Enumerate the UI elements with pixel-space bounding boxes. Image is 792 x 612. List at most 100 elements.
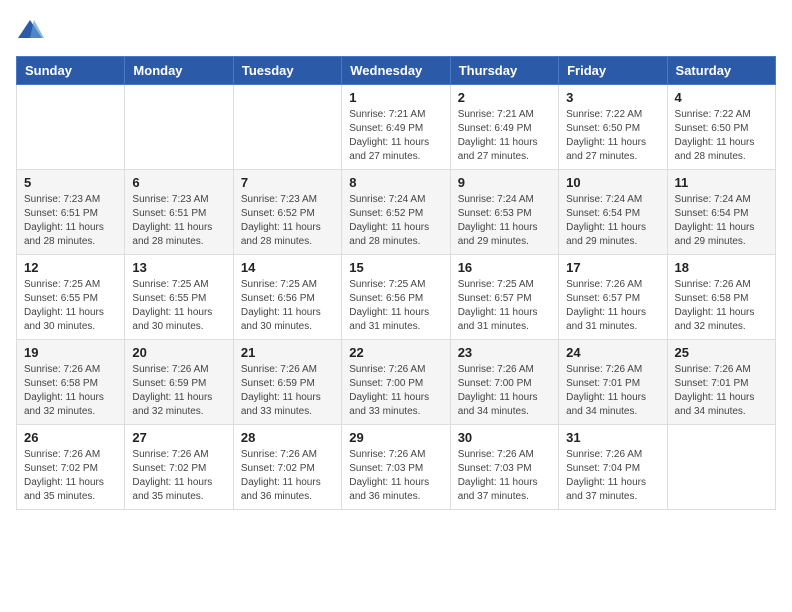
day-number: 10 <box>566 175 659 190</box>
calendar-cell: 18 Sunrise: 7:26 AM Sunset: 6:58 PM Dayli… <box>667 255 775 340</box>
calendar-cell: 13 Sunrise: 7:25 AM Sunset: 6:55 PM Dayli… <box>125 255 233 340</box>
day-number: 31 <box>566 430 659 445</box>
calendar-cell: 14Sunrise: 7:25 AM Sunset: 6:56 PM Dayli… <box>233 255 341 340</box>
day-info: Sunrise: 7:24 AM Sunset: 6:53 PM Dayligh… <box>458 193 551 249</box>
calendar-cell: 12 Sunrise: 7:25 AM Sunset: 6:55 PM Dayli… <box>17 255 125 340</box>
day-info: Sunrise: 7:26 AM Sunset: 7:00 PM Dayligh… <box>458 363 551 419</box>
calendar-cell: 22Sunrise: 7:26 AM Sunset: 7:00 PM Dayli… <box>342 340 450 425</box>
calendar-week-row: 26 Sunrise: 7:26 AM Sunset: 7:02 PM Dayli… <box>17 425 776 510</box>
calendar-cell <box>125 85 233 170</box>
logo-icon <box>16 16 44 44</box>
day-of-week-header: Saturday <box>667 57 775 85</box>
day-of-week-header: Thursday <box>450 57 558 85</box>
day-number: 5 <box>24 175 117 190</box>
day-info: Sunrise: 7:23 AM Sunset: 6:51 PM Dayligh… <box>132 193 225 249</box>
day-info: Sunrise: 7:22 AM Sunset: 6:50 PM Dayligh… <box>675 108 768 164</box>
day-number: 22 <box>349 345 442 360</box>
day-number: 17 <box>566 260 659 275</box>
day-info: Sunrise: 7:26 AM Sunset: 6:57 PM Dayligh… <box>566 278 659 334</box>
calendar-week-row: 1 Sunrise: 7:21 AM Sunset: 6:49 PM Daylig… <box>17 85 776 170</box>
calendar-cell: 26 Sunrise: 7:26 AM Sunset: 7:02 PM Dayli… <box>17 425 125 510</box>
calendar-cell <box>667 425 775 510</box>
day-number: 15 <box>349 260 442 275</box>
day-info: Sunrise: 7:25 AM Sunset: 6:56 PM Dayligh… <box>241 278 334 334</box>
day-number: 7 <box>241 175 334 190</box>
day-info: Sunrise: 7:24 AM Sunset: 6:54 PM Dayligh… <box>566 193 659 249</box>
day-number: 8 <box>349 175 442 190</box>
day-number: 4 <box>675 90 768 105</box>
day-info: Sunrise: 7:23 AM Sunset: 6:51 PM Dayligh… <box>24 193 117 249</box>
calendar-cell: 6Sunrise: 7:23 AM Sunset: 6:51 PM Daylig… <box>125 170 233 255</box>
day-info: Sunrise: 7:26 AM Sunset: 7:02 PM Dayligh… <box>24 448 117 504</box>
calendar-cell: 8 Sunrise: 7:24 AM Sunset: 6:52 PM Daylig… <box>342 170 450 255</box>
calendar-cell: 1 Sunrise: 7:21 AM Sunset: 6:49 PM Daylig… <box>342 85 450 170</box>
calendar-cell: 19Sunrise: 7:26 AM Sunset: 6:58 PM Dayli… <box>17 340 125 425</box>
day-number: 24 <box>566 345 659 360</box>
day-number: 12 <box>24 260 117 275</box>
calendar-cell: 28 Sunrise: 7:26 AM Sunset: 7:02 PM Dayli… <box>233 425 341 510</box>
day-number: 3 <box>566 90 659 105</box>
day-info: Sunrise: 7:23 AM Sunset: 6:52 PM Dayligh… <box>241 193 334 249</box>
day-info: Sunrise: 7:24 AM Sunset: 6:52 PM Dayligh… <box>349 193 442 249</box>
day-number: 13 <box>132 260 225 275</box>
day-info: Sunrise: 7:22 AM Sunset: 6:50 PM Dayligh… <box>566 108 659 164</box>
calendar-cell: 3 Sunrise: 7:22 AM Sunset: 6:50 PM Daylig… <box>559 85 667 170</box>
calendar-cell: 16 Sunrise: 7:25 AM Sunset: 6:57 PM Dayli… <box>450 255 558 340</box>
calendar-cell: 4 Sunrise: 7:22 AM Sunset: 6:50 PM Daylig… <box>667 85 775 170</box>
day-number: 21 <box>241 345 334 360</box>
calendar-cell: 23 Sunrise: 7:26 AM Sunset: 7:00 PM Dayli… <box>450 340 558 425</box>
day-number: 27 <box>132 430 225 445</box>
calendar-cell: 31Sunrise: 7:26 AM Sunset: 7:04 PM Dayli… <box>559 425 667 510</box>
calendar-cell: 30 Sunrise: 7:26 AM Sunset: 7:03 PM Dayli… <box>450 425 558 510</box>
calendar-cell: 21 Sunrise: 7:26 AM Sunset: 6:59 PM Dayli… <box>233 340 341 425</box>
day-info: Sunrise: 7:26 AM Sunset: 7:01 PM Dayligh… <box>675 363 768 419</box>
day-info: Sunrise: 7:26 AM Sunset: 7:02 PM Dayligh… <box>132 448 225 504</box>
calendar-cell: 2Sunrise: 7:21 AM Sunset: 6:49 PM Daylig… <box>450 85 558 170</box>
day-info: Sunrise: 7:25 AM Sunset: 6:55 PM Dayligh… <box>24 278 117 334</box>
calendar-cell: 29 Sunrise: 7:26 AM Sunset: 7:03 PM Dayli… <box>342 425 450 510</box>
day-info: Sunrise: 7:26 AM Sunset: 7:02 PM Dayligh… <box>241 448 334 504</box>
day-info: Sunrise: 7:25 AM Sunset: 6:57 PM Dayligh… <box>458 278 551 334</box>
calendar-cell: 10 Sunrise: 7:24 AM Sunset: 6:54 PM Dayli… <box>559 170 667 255</box>
calendar-week-row: 12 Sunrise: 7:25 AM Sunset: 6:55 PM Dayli… <box>17 255 776 340</box>
day-info: Sunrise: 7:26 AM Sunset: 6:58 PM Dayligh… <box>24 363 117 419</box>
calendar-cell <box>233 85 341 170</box>
day-info: Sunrise: 7:26 AM Sunset: 6:58 PM Dayligh… <box>675 278 768 334</box>
day-number: 25 <box>675 345 768 360</box>
day-number: 20 <box>132 345 225 360</box>
day-number: 29 <box>349 430 442 445</box>
day-info: Sunrise: 7:26 AM Sunset: 6:59 PM Dayligh… <box>132 363 225 419</box>
calendar-cell: 11Sunrise: 7:24 AM Sunset: 6:54 PM Dayli… <box>667 170 775 255</box>
calendar-week-row: 5 Sunrise: 7:23 AM Sunset: 6:51 PM Daylig… <box>17 170 776 255</box>
day-number: 1 <box>349 90 442 105</box>
page-header <box>16 16 776 44</box>
day-info: Sunrise: 7:26 AM Sunset: 6:59 PM Dayligh… <box>241 363 334 419</box>
day-number: 23 <box>458 345 551 360</box>
calendar-cell: 9Sunrise: 7:24 AM Sunset: 6:53 PM Daylig… <box>450 170 558 255</box>
day-number: 26 <box>24 430 117 445</box>
calendar-cell: 15 Sunrise: 7:25 AM Sunset: 6:56 PM Dayli… <box>342 255 450 340</box>
day-info: Sunrise: 7:21 AM Sunset: 6:49 PM Dayligh… <box>458 108 551 164</box>
day-info: Sunrise: 7:24 AM Sunset: 6:54 PM Dayligh… <box>675 193 768 249</box>
day-info: Sunrise: 7:21 AM Sunset: 6:49 PM Dayligh… <box>349 108 442 164</box>
day-info: Sunrise: 7:26 AM Sunset: 7:01 PM Dayligh… <box>566 363 659 419</box>
day-of-week-header: Friday <box>559 57 667 85</box>
day-info: Sunrise: 7:26 AM Sunset: 7:03 PM Dayligh… <box>349 448 442 504</box>
day-number: 30 <box>458 430 551 445</box>
day-number: 18 <box>675 260 768 275</box>
calendar-cell: 7 Sunrise: 7:23 AM Sunset: 6:52 PM Daylig… <box>233 170 341 255</box>
day-of-week-header: Monday <box>125 57 233 85</box>
calendar-week-row: 19Sunrise: 7:26 AM Sunset: 6:58 PM Dayli… <box>17 340 776 425</box>
calendar-table: SundayMondayTuesdayWednesdayThursdayFrid… <box>16 56 776 510</box>
calendar-cell: 25 Sunrise: 7:26 AM Sunset: 7:01 PM Dayli… <box>667 340 775 425</box>
logo <box>16 16 48 44</box>
day-info: Sunrise: 7:26 AM Sunset: 7:03 PM Dayligh… <box>458 448 551 504</box>
day-of-week-header: Tuesday <box>233 57 341 85</box>
day-info: Sunrise: 7:25 AM Sunset: 6:55 PM Dayligh… <box>132 278 225 334</box>
calendar-cell <box>17 85 125 170</box>
day-number: 28 <box>241 430 334 445</box>
calendar-cell: 24 Sunrise: 7:26 AM Sunset: 7:01 PM Dayli… <box>559 340 667 425</box>
day-number: 16 <box>458 260 551 275</box>
day-info: Sunrise: 7:25 AM Sunset: 6:56 PM Dayligh… <box>349 278 442 334</box>
calendar-cell: 27 Sunrise: 7:26 AM Sunset: 7:02 PM Dayli… <box>125 425 233 510</box>
